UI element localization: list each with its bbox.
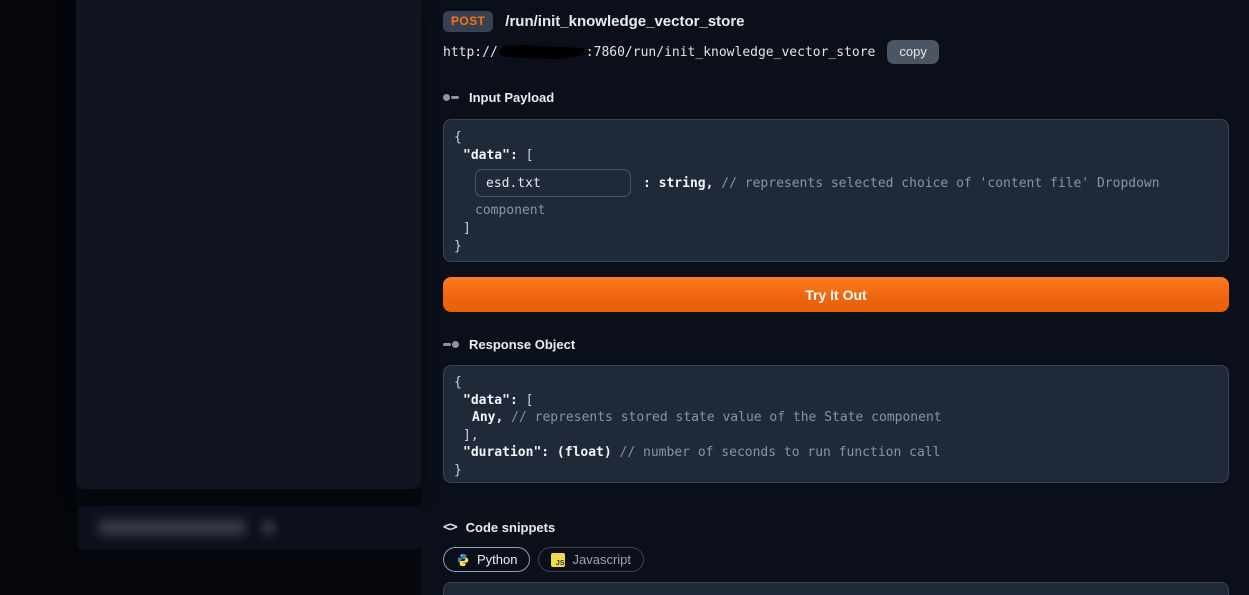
input-payload-code-block: { "data": [ : string, // represents sele… — [443, 119, 1229, 262]
code-snippets-heading-label: Code snippets — [466, 520, 556, 535]
snippet-language-tabs: Python JS Javascript — [443, 547, 1229, 572]
code-line: "data": [ — [454, 392, 1218, 410]
code-line: ], — [454, 427, 1218, 445]
python-logo-icon — [456, 553, 470, 567]
response-object-heading: Response Object — [443, 337, 1229, 352]
code-line: ] — [454, 220, 1218, 238]
input-payload-heading: Input Payload — [443, 90, 1229, 105]
window-left-edge — [0, 0, 76, 595]
endpoint-header: POST /run/init_knowledge_vector_store — [443, 10, 1229, 32]
input-arrow-icon — [443, 93, 460, 103]
url-prefix: http:// — [443, 45, 498, 60]
response-object-code-block: { "data": [ Any, // represents stored st… — [443, 365, 1229, 483]
code-line: } — [454, 462, 1218, 480]
blurred-endpoint-list-item[interactable] — [78, 506, 421, 549]
tab-javascript-label: Javascript — [572, 552, 631, 567]
endpoint-url-row: http:// :7860/run/init_knowledge_vector_s… — [443, 40, 1229, 64]
code-line: "data": [ — [454, 147, 1218, 165]
output-arrow-icon — [443, 340, 460, 350]
content-file-value-input[interactable] — [475, 169, 631, 197]
parameter-input-row: : string, // represents selected choice … — [454, 169, 1218, 197]
redacted-host — [499, 45, 585, 59]
parameter-comment: // represents selected choice of 'conten… — [721, 176, 1159, 191]
javascript-logo-icon: JS — [551, 553, 565, 567]
code-line: } — [454, 238, 1218, 256]
endpoint-url: http:// :7860/run/init_knowledge_vector_s… — [443, 45, 875, 60]
tab-python-label: Python — [477, 552, 517, 567]
tab-python[interactable]: Python — [443, 547, 530, 572]
endpoint-path: /run/init_knowledge_vector_store — [505, 13, 744, 30]
code-snippets-heading: <> Code snippets — [443, 520, 1229, 535]
url-suffix: :7860/run/init_knowledge_vector_store — [586, 45, 876, 60]
blurred-count-badge — [260, 519, 277, 536]
blurred-endpoint-label — [98, 519, 246, 536]
code-line: "duration": (float) // number of seconds… — [454, 444, 1218, 462]
input-payload-heading-label: Input Payload — [469, 90, 554, 105]
api-docs-content: POST /run/init_knowledge_vector_store ht… — [443, 0, 1229, 595]
code-line: { — [454, 374, 1218, 392]
tab-javascript[interactable]: JS Javascript — [538, 547, 644, 572]
snippet-code-block: import requests — [443, 582, 1229, 595]
code-line: Any, // represents stored state value of… — [454, 409, 1218, 427]
sidebar-panel — [76, 0, 421, 489]
code-brackets-icon: <> — [443, 520, 457, 535]
response-object-heading-label: Response Object — [469, 337, 575, 352]
parameter-type: : string, — [643, 176, 721, 191]
code-line: { — [454, 129, 1218, 147]
copy-url-button[interactable]: copy — [887, 40, 938, 64]
try-it-out-button[interactable]: Try It Out — [443, 277, 1229, 312]
comment-continuation: component — [454, 202, 1218, 220]
http-method-badge: POST — [443, 11, 493, 32]
sidebar-lower-area — [76, 489, 421, 595]
